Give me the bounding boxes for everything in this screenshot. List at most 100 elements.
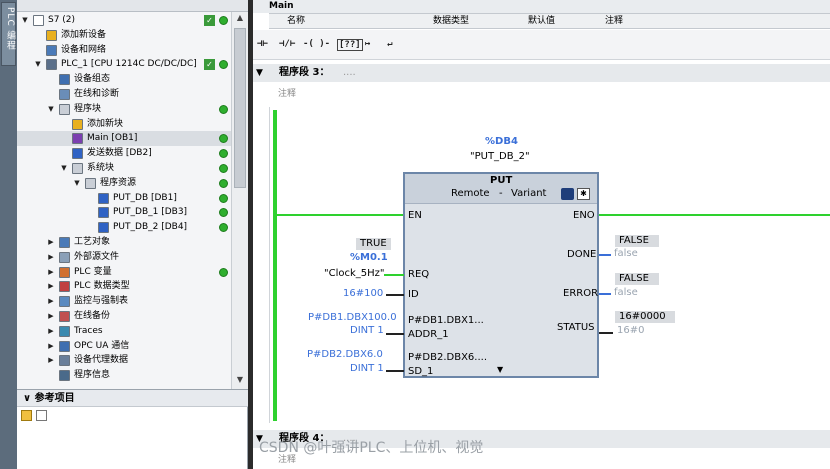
backup-icon — [59, 311, 70, 322]
consistent-icon: ✓ — [204, 59, 215, 71]
error-operand[interactable]: false — [614, 287, 638, 298]
tree-item[interactable]: 设备组态 — [17, 72, 231, 87]
fb-mode-right: Variant — [511, 188, 547, 199]
tree-item[interactable]: ▶ 在线备份 — [17, 309, 231, 324]
id-operand[interactable]: 16#100 — [343, 288, 383, 299]
collapsed-arrow-icon[interactable]: ▶ — [47, 294, 55, 309]
close-branch-icon[interactable]: ↵ — [387, 39, 392, 51]
ref-panel-title[interactable]: ∨ 参考项目 — [17, 390, 248, 407]
collapsed-arrow-icon[interactable]: ▶ — [47, 279, 55, 294]
tab-plc-programming[interactable]: PLC 编程 — [1, 2, 16, 66]
tree-item[interactable]: Main [OB1] — [17, 131, 231, 147]
tree-item[interactable]: PUT_DB_1 [DB3] — [17, 205, 231, 220]
tree-item[interactable]: ▼ S7 (2) ✓ — [17, 13, 231, 28]
col-name[interactable]: 名称 — [287, 14, 305, 29]
req-address[interactable]: %M0.1 — [350, 252, 388, 263]
collapse-icon[interactable]: ∨ — [23, 393, 35, 404]
nc-contact-icon[interactable]: ⊣/⊢ — [279, 39, 295, 51]
fb-instance-name[interactable]: "PUT_DB_2" — [470, 151, 530, 162]
collapsed-arrow-icon[interactable]: ▶ — [47, 309, 55, 324]
tree-item-label: 发送数据 [DB2] — [87, 148, 152, 159]
network-3-comment[interactable]: 注释 — [278, 86, 296, 99]
pin-done: DONE — [567, 249, 597, 260]
tree-item[interactable]: ▶ 外部源文件 — [17, 250, 231, 265]
collapse-network-icon[interactable]: ▼ — [256, 64, 263, 82]
network-3-title-placeholder[interactable]: .... — [343, 64, 356, 82]
tree-item[interactable]: ▼ 系统块 — [17, 161, 231, 176]
scroll-down-icon[interactable]: ▼ — [234, 374, 246, 386]
done-monitor-value: FALSE — [615, 235, 659, 247]
scroll-thumb[interactable] — [234, 28, 246, 188]
close-project-icon[interactable] — [36, 410, 47, 421]
tree-item[interactable]: PUT_DB_2 [DB4] — [17, 220, 231, 235]
status-operand[interactable]: 16#0 — [617, 325, 644, 336]
tree-item-label: 设备和网络 — [61, 44, 107, 55]
tree-item[interactable]: 在线和诊断 — [17, 87, 231, 102]
fb-instance-address[interactable]: %DB4 — [485, 136, 518, 147]
tree-item[interactable]: ▶ 设备代理数据 — [17, 353, 231, 368]
open-project-icon[interactable] — [21, 410, 32, 421]
tree-item[interactable]: 添加新设备 — [17, 28, 231, 43]
done-operand[interactable]: false — [614, 248, 638, 259]
tree-item-label: OPC UA 通信 — [74, 340, 130, 351]
device-config-icon — [59, 74, 70, 86]
sd1-type: DINT 1 — [350, 363, 384, 374]
tree-item[interactable]: ▶ 监控与强制表 — [17, 294, 231, 309]
expanded-arrow-icon[interactable]: ▼ — [73, 176, 81, 191]
addr1-operand[interactable]: P#DB1.DBX100.0 — [308, 312, 397, 323]
tree-item[interactable]: ▶ OPC UA 通信 — [17, 339, 231, 354]
collapsed-arrow-icon[interactable]: ▶ — [47, 324, 55, 339]
tree-item-label: 监控与强制表 — [74, 296, 129, 307]
network-3-header[interactable]: ▼ 程序段 3： .... — [253, 64, 830, 82]
expanded-arrow-icon[interactable]: ▼ — [60, 161, 68, 176]
col-comment[interactable]: 注释 — [605, 14, 623, 29]
tree-item[interactable]: ▶ 工艺对象 — [17, 235, 231, 250]
col-default-value[interactable]: 默认值 — [528, 14, 555, 29]
tree-item[interactable]: ▶ PLC 数据类型 — [17, 279, 231, 294]
tree-item[interactable]: 发送数据 [DB2] — [17, 146, 231, 161]
online-status-icon — [219, 267, 228, 277]
tree-item[interactable]: ▼ PLC_1 [CPU 1214C DC/DC/DC] ✓ — [17, 57, 231, 72]
sd1-operand[interactable]: P#DB2.DBX6.0 — [307, 349, 383, 360]
file-icon — [33, 15, 44, 26]
tree-item[interactable]: 设备和网络 — [17, 43, 231, 58]
expanded-arrow-icon[interactable]: ▼ — [47, 102, 55, 117]
col-data-type[interactable]: 数据类型 — [433, 14, 469, 29]
expanded-arrow-icon[interactable]: ▼ — [34, 57, 42, 72]
lad-toolbar: ⊣⊢ ⊣/⊢ -( )- [??] ↦ ↵ — [253, 30, 830, 60]
put-function-block[interactable]: PUT Remote - Variant ✱ EN ENO REQ DONE I… — [403, 172, 599, 378]
done-wire — [599, 254, 611, 256]
open-branch-icon[interactable]: ↦ — [365, 39, 370, 51]
tree-item-label: PUT_DB_1 [DB3] — [113, 207, 188, 218]
tree-item[interactable]: 程序信息 — [17, 368, 231, 383]
tree-item[interactable]: ▶ PLC 变量 — [17, 265, 231, 280]
req-monitor-value: TRUE — [356, 238, 391, 250]
expanded-arrow-icon[interactable]: ▼ — [21, 13, 29, 28]
tree-item[interactable]: ▼ 程序资源 — [17, 176, 231, 191]
tree-item[interactable]: PUT_DB [DB1] — [17, 191, 231, 206]
status-monitor-value: 16#0000 — [615, 311, 675, 323]
diagnostics-icon[interactable]: ✱ — [577, 188, 590, 200]
scroll-up-icon[interactable]: ▲ — [234, 12, 246, 24]
expand-icon[interactable]: ▼ — [497, 365, 503, 374]
tree-item[interactable]: ▼ 程序块 — [17, 102, 231, 117]
collapsed-arrow-icon[interactable]: ▶ — [47, 265, 55, 280]
add-device-icon — [46, 29, 57, 41]
connection-config-icon[interactable] — [561, 188, 574, 200]
tree-item[interactable]: 添加新块 — [17, 117, 231, 132]
tree-scrollbar[interactable]: ▲ ▼ — [231, 12, 248, 389]
folder-icon — [85, 177, 96, 189]
reference-projects-panel: ∨ 参考项目 — [17, 389, 248, 469]
tree-item[interactable]: ▶ Traces — [17, 324, 231, 339]
collapsed-arrow-icon[interactable]: ▶ — [47, 235, 55, 250]
online-status-icon — [219, 104, 228, 114]
collapsed-arrow-icon[interactable]: ▶ — [47, 353, 55, 368]
collapsed-arrow-icon[interactable]: ▶ — [47, 339, 55, 354]
coil-icon[interactable]: -( )- — [303, 39, 330, 51]
online-status-icon — [219, 193, 228, 203]
empty-box-icon[interactable]: [??] — [337, 39, 363, 51]
tree-item-label: PUT_DB [DB1] — [113, 192, 177, 203]
collapsed-arrow-icon[interactable]: ▶ — [47, 250, 55, 265]
req-operand[interactable]: "Clock_5Hz" — [324, 268, 385, 279]
no-contact-icon[interactable]: ⊣⊢ — [257, 39, 268, 51]
